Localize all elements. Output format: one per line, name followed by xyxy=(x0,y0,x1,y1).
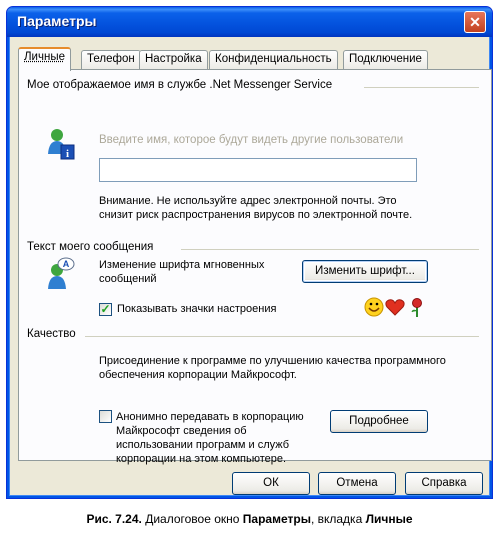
tab-panel-personal: Мое отображаемое имя в службе .Net Messe… xyxy=(18,69,492,465)
section-divider xyxy=(181,249,479,250)
email-warning-note: Внимание. Не используйте адрес электронн… xyxy=(99,195,413,221)
caption-tab-name: Личные xyxy=(365,512,413,526)
emoticon-preview xyxy=(364,296,426,318)
rose-icon xyxy=(411,298,422,317)
anonymous-data-checkbox[interactable] xyxy=(99,410,112,423)
tab-privacy[interactable]: Конфиденциальность xyxy=(209,50,338,69)
change-font-button[interactable]: Изменить шрифт... xyxy=(302,260,428,283)
tab-phone[interactable]: Телефон xyxy=(81,50,141,69)
tab-settings[interactable]: Настройка xyxy=(139,50,208,69)
svg-text:A: A xyxy=(63,259,70,269)
quality-description: Присоединение к программе по улучшению к… xyxy=(99,355,446,381)
window-title: Параметры xyxy=(17,13,97,29)
show-emoticons-checkbox[interactable]: ✓ xyxy=(99,303,112,316)
ok-button[interactable]: ОК xyxy=(232,472,310,495)
section-divider xyxy=(85,336,479,337)
user-chat-icon: A xyxy=(47,256,75,290)
more-info-button[interactable]: Подробнее xyxy=(330,410,428,433)
close-button[interactable]: ✕ xyxy=(464,11,486,33)
display-name-heading: Мое отображаемое имя в службе .Net Messe… xyxy=(27,79,333,91)
figure-caption: Рис. 7.24. Диалоговое окно Параметры, вк… xyxy=(0,512,499,526)
section-divider xyxy=(364,87,479,88)
title-bar[interactable]: Параметры ✕ xyxy=(7,7,492,37)
show-emoticons-label[interactable]: Показывать значки настроения xyxy=(117,303,276,315)
user-info-icon: i xyxy=(47,128,75,162)
font-change-label: Изменение шрифта мгновенных сообщений xyxy=(99,259,265,285)
name-input-hint: Введите имя, которое будут видеть другие… xyxy=(99,134,404,146)
quality-heading: Качество xyxy=(27,328,76,340)
caption-text-1: Диалоговое окно xyxy=(141,512,243,526)
caption-dialog-name: Параметры xyxy=(242,512,311,526)
caption-text-2: , вкладка xyxy=(310,512,366,526)
cancel-button[interactable]: Отмена xyxy=(318,472,396,495)
smiley-icon xyxy=(364,297,384,317)
message-text-heading: Текст моего сообщения xyxy=(27,241,154,253)
svg-text:i: i xyxy=(66,148,69,160)
display-name-input[interactable] xyxy=(99,158,417,182)
heart-icon xyxy=(385,299,405,316)
tab-connection[interactable]: Подключение xyxy=(343,50,428,69)
dialog-client-area: Личные Телефон Настройка Конфиденциально… xyxy=(10,37,492,495)
caption-figure-number: Рис. 7.24. xyxy=(86,512,142,526)
anonymous-data-label[interactable]: Анонимно передавать в корпорацию Майкрос… xyxy=(116,410,326,466)
tab-personal[interactable]: Личные xyxy=(18,47,71,71)
help-button[interactable]: Справка xyxy=(405,472,483,495)
parameters-dialog: Параметры ✕ Личные Телефон Настройка Кон… xyxy=(6,6,493,499)
